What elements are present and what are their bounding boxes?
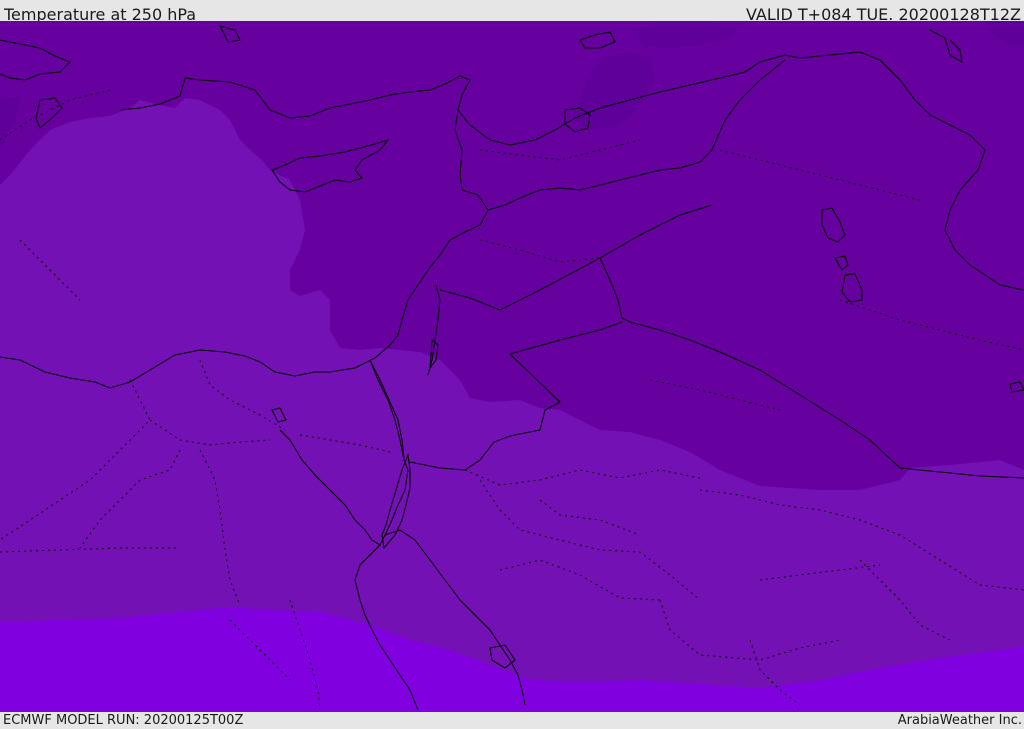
- header-bar: Temperature at 250 hPa VALID T+084 TUE. …: [0, 0, 1024, 24]
- credit-label: ArabiaWeather Inc.: [897, 713, 1022, 728]
- weather-map: [0, 21, 1024, 712]
- model-run-label: ECMWF MODEL RUN: 20200125T00Z: [3, 713, 244, 728]
- footer-bar: ECMWF MODEL RUN: 20200125T00Z ArabiaWeat…: [0, 712, 1024, 729]
- map-canvas: [0, 21, 1024, 712]
